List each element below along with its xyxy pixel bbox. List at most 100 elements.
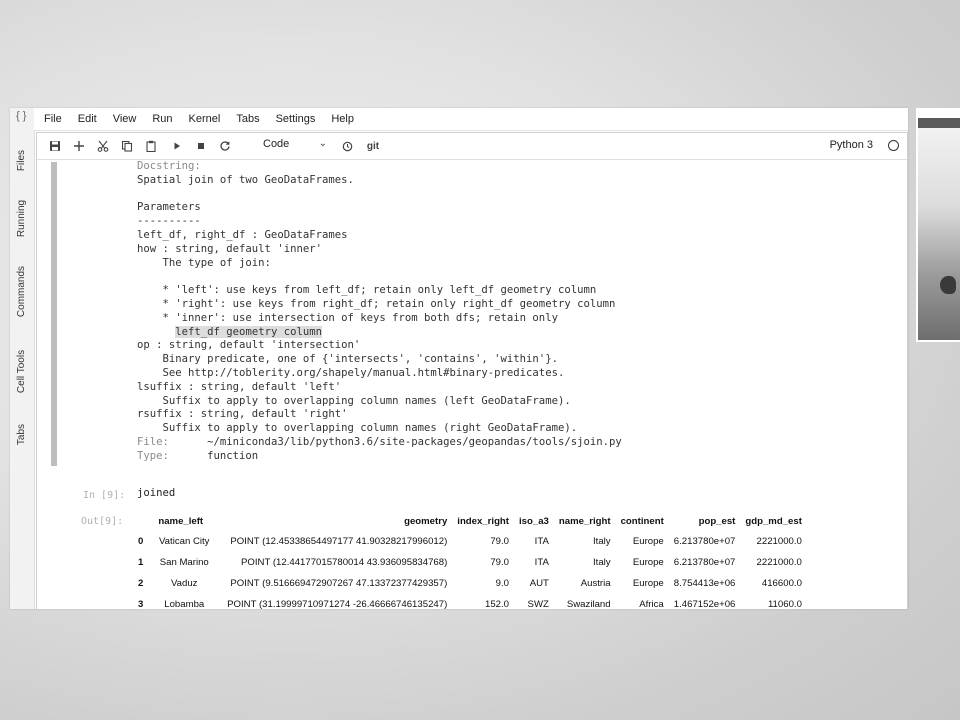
table-cell: 11060.0 bbox=[767, 599, 802, 609]
kernel-name[interactable]: Python 3 bbox=[830, 139, 873, 151]
menu-kernel[interactable]: Kernel bbox=[189, 113, 221, 125]
table-cell: San Marino bbox=[159, 557, 209, 568]
notebook-toolbar: Code ⌄ git Python 3 bbox=[37, 133, 907, 160]
docstring-field-label: Type: bbox=[137, 449, 169, 462]
docstring-output: Docstring: Spatial join of two GeoDataFra… bbox=[137, 160, 622, 464]
tab-running-label: Running bbox=[16, 199, 28, 237]
input-prompt: In [9]: bbox=[83, 490, 126, 501]
table-cell: 1.467152e+06 bbox=[673, 599, 736, 609]
input-code[interactable]: joined bbox=[137, 487, 175, 499]
docstring-line: * 'left': use keys from left_df; retain … bbox=[137, 284, 622, 298]
table-body: 0 Vatican City POINT (12.45338654497177 41… bbox=[133, 531, 807, 609]
cell-type-dropdown[interactable]: Code ⌄ bbox=[263, 138, 327, 154]
tab-running[interactable]: Running bbox=[14, 192, 30, 244]
table-cell: SWZ bbox=[527, 599, 549, 609]
docstring-line: * 'right': use keys from right_df; retai… bbox=[137, 298, 622, 312]
table-cell: Europe bbox=[632, 557, 664, 568]
tab-cell-tools[interactable]: Cell Tools bbox=[14, 340, 30, 402]
jupyterlab-window: { } Files Running Commands Cell Tools Ta… bbox=[10, 108, 908, 609]
docstring-text: Docstring: bbox=[137, 160, 201, 172]
extension-brace-icon[interactable]: { } bbox=[16, 110, 26, 122]
docstring-text: Spatial join of two GeoDataFrames. bbox=[137, 173, 354, 186]
docstring-line: Suffix to apply to overlapping column na… bbox=[137, 422, 622, 436]
table-cell: 2221000.0 bbox=[756, 536, 802, 547]
docstring-text: See http://toblerity.org/shapely/manual.… bbox=[137, 366, 565, 379]
docstring-text: ---------- bbox=[137, 215, 201, 228]
table-cell: 9.0 bbox=[495, 578, 509, 589]
column-header: geometry bbox=[404, 515, 448, 527]
column-header: iso_a3 bbox=[519, 515, 549, 527]
menu-settings[interactable]: Settings bbox=[276, 113, 316, 125]
save-icon[interactable] bbox=[47, 137, 63, 155]
docstring-text: op : string, default 'intersection' bbox=[137, 339, 361, 352]
docstring-field-label: File: bbox=[137, 435, 169, 448]
git-button[interactable]: git bbox=[363, 137, 383, 155]
menu-help[interactable]: Help bbox=[331, 113, 354, 125]
column-header: name_left bbox=[158, 515, 204, 527]
docstring-line bbox=[137, 188, 622, 202]
docstring-text: Binary predicate, one of {'intersects', … bbox=[137, 353, 558, 366]
notebook-content[interactable]: Docstring: Spatial join of two GeoDataFra… bbox=[37, 160, 907, 609]
column-header: pop_est bbox=[698, 515, 736, 527]
tab-files-label: Files bbox=[16, 149, 28, 171]
stop-icon[interactable] bbox=[193, 137, 209, 155]
tab-tabs[interactable]: Tabs bbox=[14, 414, 30, 454]
table-cell: 416600.0 bbox=[761, 578, 802, 589]
docstring-text: Suffix to apply to overlapping column na… bbox=[137, 422, 578, 435]
highlighted-text: left_df geometry column bbox=[175, 325, 322, 338]
docstring-line: File: ~/miniconda3/lib/python3.6/site-pa… bbox=[137, 436, 622, 450]
table-cell: Africa bbox=[639, 599, 664, 609]
docstring-text: how : string, default 'inner' bbox=[137, 242, 322, 255]
menu-run[interactable]: Run bbox=[152, 113, 172, 125]
table-cell: 2221000.0 bbox=[756, 557, 802, 568]
background-image-bar bbox=[918, 118, 960, 128]
table-cell: 8.754413e+06 bbox=[673, 578, 736, 589]
table-cell: AUT bbox=[529, 578, 549, 589]
copy-icon[interactable] bbox=[119, 137, 135, 155]
column-header: name_right bbox=[558, 515, 611, 527]
table-cell: Vaduz bbox=[170, 578, 198, 589]
tab-commands[interactable]: Commands bbox=[14, 258, 30, 324]
restart-icon[interactable] bbox=[217, 137, 233, 155]
background-image bbox=[918, 118, 960, 340]
output-collapser[interactable] bbox=[51, 162, 57, 466]
docstring-text: function bbox=[168, 449, 259, 462]
docstring-text: The type of join: bbox=[137, 256, 271, 269]
docstring-line: rsuffix : string, default 'right' bbox=[137, 408, 622, 422]
menu-file[interactable]: File bbox=[44, 113, 62, 125]
table-row: 1 San Marino POINT (12.44177015780014 43.9… bbox=[133, 552, 807, 573]
docstring-text: lsuffix : string, default 'left' bbox=[137, 380, 342, 393]
column-header: index_right bbox=[457, 515, 509, 527]
table-cell: POINT (12.44177015780014 43.936095834768… bbox=[241, 557, 448, 568]
clock-icon[interactable] bbox=[339, 137, 355, 155]
menu-view[interactable]: View bbox=[113, 113, 137, 125]
cell-type-value: Code bbox=[263, 138, 290, 150]
tab-files[interactable]: Files bbox=[14, 140, 30, 180]
docstring-line bbox=[137, 270, 622, 284]
column-header: gdp_md_est bbox=[745, 515, 802, 527]
row-index: 3 bbox=[138, 599, 144, 609]
table-cell: 6.213780e+07 bbox=[673, 557, 736, 568]
run-icon[interactable] bbox=[169, 137, 185, 155]
docstring-line: Spatial join of two GeoDataFrames. bbox=[137, 174, 622, 188]
table-header-row: name_left geometry index_right iso_a3 name_r… bbox=[133, 511, 807, 531]
docstring-line: The type of join: bbox=[137, 257, 622, 271]
cut-icon[interactable] bbox=[95, 137, 111, 155]
menu-tabs[interactable]: Tabs bbox=[236, 113, 259, 125]
table-cell: 79.0 bbox=[490, 557, 509, 568]
row-index: 1 bbox=[138, 557, 144, 568]
docstring-line: left_df geometry column bbox=[137, 325, 622, 340]
dataframe-table: name_left geometry index_right iso_a3 name_r… bbox=[133, 511, 807, 610]
menu-bar: File Edit View Run Kernel Tabs Settings … bbox=[34, 108, 908, 131]
docstring-text: left_df, right_df : GeoDataFrames bbox=[137, 228, 348, 241]
paste-icon[interactable] bbox=[143, 137, 159, 155]
tab-tabs-label: Tabs bbox=[16, 423, 28, 445]
menu-edit[interactable]: Edit bbox=[78, 113, 97, 125]
docstring-line: Binary predicate, one of {'intersects', … bbox=[137, 353, 622, 367]
table-cell: POINT (31.19999710971274 -26.46666746135… bbox=[227, 599, 448, 609]
notebook-panel: Code ⌄ git Python 3 Docstring: Spatial jo… bbox=[36, 132, 908, 609]
add-cell-icon[interactable] bbox=[71, 137, 87, 155]
background-window bbox=[916, 108, 960, 342]
table-row: 2 Vaduz POINT (9.516669472907267 47.133723… bbox=[133, 573, 807, 594]
docstring-line: Parameters bbox=[137, 201, 622, 215]
